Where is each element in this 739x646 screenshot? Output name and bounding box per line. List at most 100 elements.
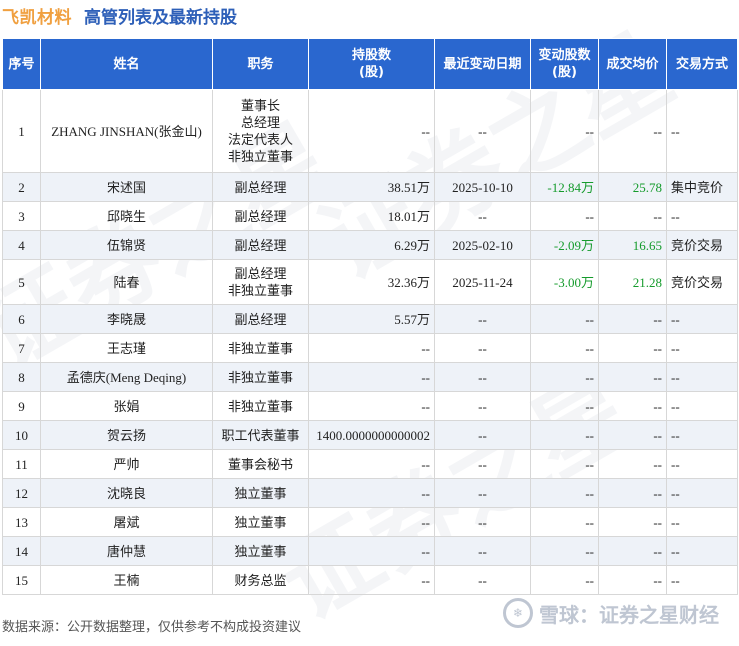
brand-mark: ❄ 雪球：证券之星财经 bbox=[503, 598, 719, 628]
avg-price: -- bbox=[598, 507, 667, 537]
executive-name: 唐仲慧 bbox=[40, 536, 213, 566]
column-header: 职务 bbox=[212, 38, 309, 90]
executive-name: 伍锦贤 bbox=[40, 230, 213, 260]
table-row: 9 张娟 非独立董事 -- -- -- -- -- bbox=[2, 391, 738, 421]
shares-held: -- bbox=[308, 565, 435, 595]
trade-method: -- bbox=[666, 536, 738, 566]
shares-held: -- bbox=[308, 333, 435, 363]
share-change: -3.00万 bbox=[530, 259, 599, 305]
shares-held: -- bbox=[308, 449, 435, 479]
row-number: 8 bbox=[2, 362, 41, 392]
trade-method: 竞价交易 bbox=[666, 259, 738, 305]
executive-position: 独立董事 bbox=[212, 536, 309, 566]
executive-position: 副总经理 bbox=[212, 304, 309, 334]
last-change-date: -- bbox=[434, 507, 531, 537]
table-row: 13 屠斌 独立董事 -- -- -- -- -- bbox=[2, 507, 738, 537]
avg-price: -- bbox=[598, 333, 667, 363]
table-row: 7 王志瑾 非独立董事 -- -- -- -- -- bbox=[2, 333, 738, 363]
table-row: 1 ZHANG JINSHAN(张金山) 董事长 总经理 法定代表人 非独立董事 --… bbox=[2, 89, 738, 173]
row-number: 1 bbox=[2, 89, 41, 173]
column-header: 交易方式 bbox=[666, 38, 738, 90]
table-row: 2 宋述国 副总经理 38.51万 2025-10-10 -12.84万 25.78 集中竞价 bbox=[2, 172, 738, 202]
table-row: 14 唐仲慧 独立董事 -- -- -- -- -- bbox=[2, 536, 738, 566]
row-number: 11 bbox=[2, 449, 41, 479]
executive-position: 财务总监 bbox=[212, 565, 309, 595]
share-change: -- bbox=[530, 507, 599, 537]
share-change: -- bbox=[530, 536, 599, 566]
executive-position: 非独立董事 bbox=[212, 333, 309, 363]
executive-position: 董事长 总经理 法定代表人 非独立董事 bbox=[212, 89, 309, 173]
executive-name: 屠斌 bbox=[40, 507, 213, 537]
avg-price: -- bbox=[598, 565, 667, 595]
row-number: 5 bbox=[2, 259, 41, 305]
last-change-date: -- bbox=[434, 420, 531, 450]
column-header: 变动股数 (股) bbox=[530, 38, 599, 90]
avg-price: -- bbox=[598, 304, 667, 334]
row-number: 13 bbox=[2, 507, 41, 537]
share-change: -- bbox=[530, 565, 599, 595]
share-change: -- bbox=[530, 304, 599, 334]
last-change-date: -- bbox=[434, 449, 531, 479]
last-change-date: 2025-11-24 bbox=[434, 259, 531, 305]
avg-price: -- bbox=[598, 420, 667, 450]
executive-table: 序号 姓名 职务 持股数 (股) 最近变动日期 变动股数 (股) 成交均价 交易… bbox=[2, 38, 738, 595]
executive-position: 副总经理 bbox=[212, 172, 309, 202]
trade-method: -- bbox=[666, 362, 738, 392]
executive-name: 孟德庆(Meng Deqing) bbox=[40, 362, 213, 392]
last-change-date: -- bbox=[434, 89, 531, 173]
shares-held: 5.57万 bbox=[308, 304, 435, 334]
shares-held: 1400.0000000000002 bbox=[308, 420, 435, 450]
share-change: -- bbox=[530, 201, 599, 231]
column-header: 姓名 bbox=[40, 38, 213, 90]
avg-price: -- bbox=[598, 478, 667, 508]
share-change: -- bbox=[530, 362, 599, 392]
last-change-date: -- bbox=[434, 304, 531, 334]
executive-name: 贺云扬 bbox=[40, 420, 213, 450]
executive-name: 李晓晟 bbox=[40, 304, 213, 334]
last-change-date: -- bbox=[434, 478, 531, 508]
last-change-date: -- bbox=[434, 333, 531, 363]
executive-position: 职工代表董事 bbox=[212, 420, 309, 450]
shares-held: -- bbox=[308, 362, 435, 392]
shares-held: 32.36万 bbox=[308, 259, 435, 305]
avg-price: -- bbox=[598, 89, 667, 173]
share-change: -- bbox=[530, 391, 599, 421]
column-header: 序号 bbox=[2, 38, 41, 90]
page-header: 飞凯材料 高管列表及最新持股 bbox=[0, 0, 739, 30]
executive-position: 非独立董事 bbox=[212, 391, 309, 421]
table-row: 4 伍锦贤 副总经理 6.29万 2025-02-10 -2.09万 16.65 竞价交易 bbox=[2, 230, 738, 260]
trade-method: 集中竞价 bbox=[666, 172, 738, 202]
table-row: 10 贺云扬 职工代表董事 1400.0000000000002 -- -- -- -- bbox=[2, 420, 738, 450]
trade-method: -- bbox=[666, 507, 738, 537]
last-change-date: -- bbox=[434, 536, 531, 566]
avg-price: -- bbox=[598, 391, 667, 421]
brand-text: 雪球：证券之星财经 bbox=[539, 602, 719, 627]
share-change: -2.09万 bbox=[530, 230, 599, 260]
executive-name: 陆春 bbox=[40, 259, 213, 305]
last-change-date: -- bbox=[434, 565, 531, 595]
last-change-date: -- bbox=[434, 201, 531, 231]
executive-position: 独立董事 bbox=[212, 507, 309, 537]
table-row: 6 李晓晟 副总经理 5.57万 -- -- -- -- bbox=[2, 304, 738, 334]
table-row: 12 沈晓良 独立董事 -- -- -- -- -- bbox=[2, 478, 738, 508]
shares-held: -- bbox=[308, 536, 435, 566]
row-number: 6 bbox=[2, 304, 41, 334]
executive-name: 宋述国 bbox=[40, 172, 213, 202]
trade-method: 竞价交易 bbox=[666, 230, 738, 260]
table-row: 8 孟德庆(Meng Deqing) 非独立董事 -- -- -- -- -- bbox=[2, 362, 738, 392]
executive-position: 独立董事 bbox=[212, 478, 309, 508]
shares-held: -- bbox=[308, 507, 435, 537]
executive-position: 副总经理 bbox=[212, 201, 309, 231]
executive-position: 副总经理 非独立董事 bbox=[212, 259, 309, 305]
table-header-row: 序号 姓名 职务 持股数 (股) 最近变动日期 变动股数 (股) 成交均价 交易… bbox=[2, 38, 738, 90]
share-change: -- bbox=[530, 478, 599, 508]
table-row: 5 陆春 副总经理 非独立董事 32.36万 2025-11-24 -3.00万 21.28… bbox=[2, 259, 738, 305]
column-header: 最近变动日期 bbox=[434, 38, 531, 90]
row-number: 4 bbox=[2, 230, 41, 260]
table-row: 15 王楠 财务总监 -- -- -- -- -- bbox=[2, 565, 738, 595]
share-change: -- bbox=[530, 420, 599, 450]
row-number: 15 bbox=[2, 565, 41, 595]
page-title: 高管列表及最新持股 bbox=[84, 7, 237, 28]
executive-position: 非独立董事 bbox=[212, 362, 309, 392]
snowball-logo-icon: ❄ bbox=[503, 598, 533, 628]
